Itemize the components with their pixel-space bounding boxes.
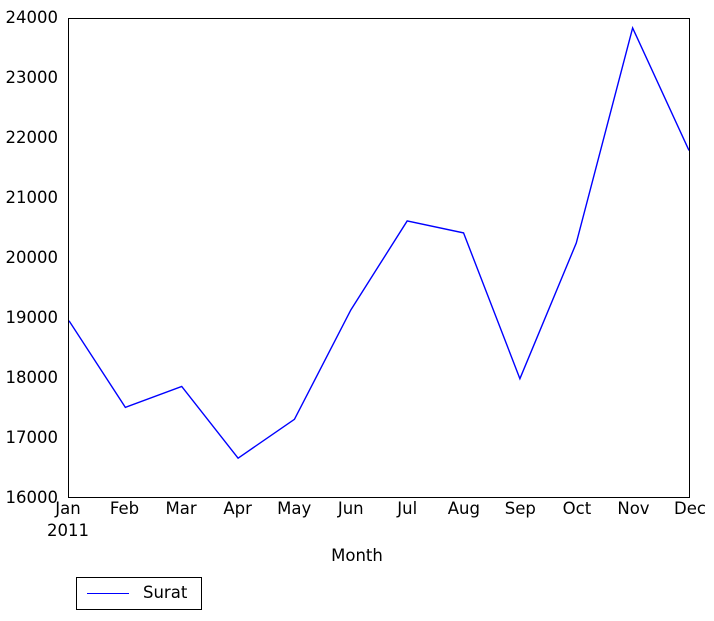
- x-tick-label: Apr: [223, 499, 252, 518]
- x-tick-label: Jul: [397, 499, 418, 518]
- legend-label-surat: Surat: [143, 583, 188, 603]
- x-tick-label: Dec: [674, 499, 706, 518]
- x-tick-label: Feb: [109, 499, 140, 518]
- x-tick-label: Oct: [562, 499, 592, 518]
- legend-line-swatch-surat: [87, 593, 129, 594]
- y-tick-label: 20000: [5, 248, 59, 267]
- figure-canvas: 16000 17000 18000 19000 20000 21000 22000 23000…: [0, 0, 714, 621]
- x-axis-year-label: 2011: [47, 521, 89, 540]
- plot-area: [68, 18, 690, 498]
- y-tick-label: 21000: [5, 188, 59, 207]
- y-tick-label: 22000: [5, 128, 59, 147]
- x-tick-label: Nov: [617, 499, 650, 518]
- y-tick-label: 18000: [5, 368, 59, 387]
- data-line-surat: [69, 19, 689, 497]
- x-tick-label: Mar: [165, 499, 197, 518]
- y-tick-label: 17000: [5, 428, 59, 447]
- x-tick-label: Jun: [337, 499, 364, 518]
- y-tick-label: 23000: [5, 68, 59, 87]
- x-tick-label: Jan: [55, 499, 81, 518]
- x-axis-tick-labels: Jan Feb Mar Apr May Jun Jul Aug Sep Oct Nov Dec: [0, 499, 714, 541]
- y-tick-label: 19000: [5, 308, 59, 327]
- x-tick-label: Aug: [447, 499, 480, 518]
- x-tick-label: May: [277, 499, 312, 518]
- chart-legend[interactable]: Surat: [76, 577, 203, 610]
- y-tick-label: 24000: [5, 8, 59, 27]
- x-axis-title: Month: [331, 546, 383, 565]
- x-tick-label: Sep: [504, 499, 536, 518]
